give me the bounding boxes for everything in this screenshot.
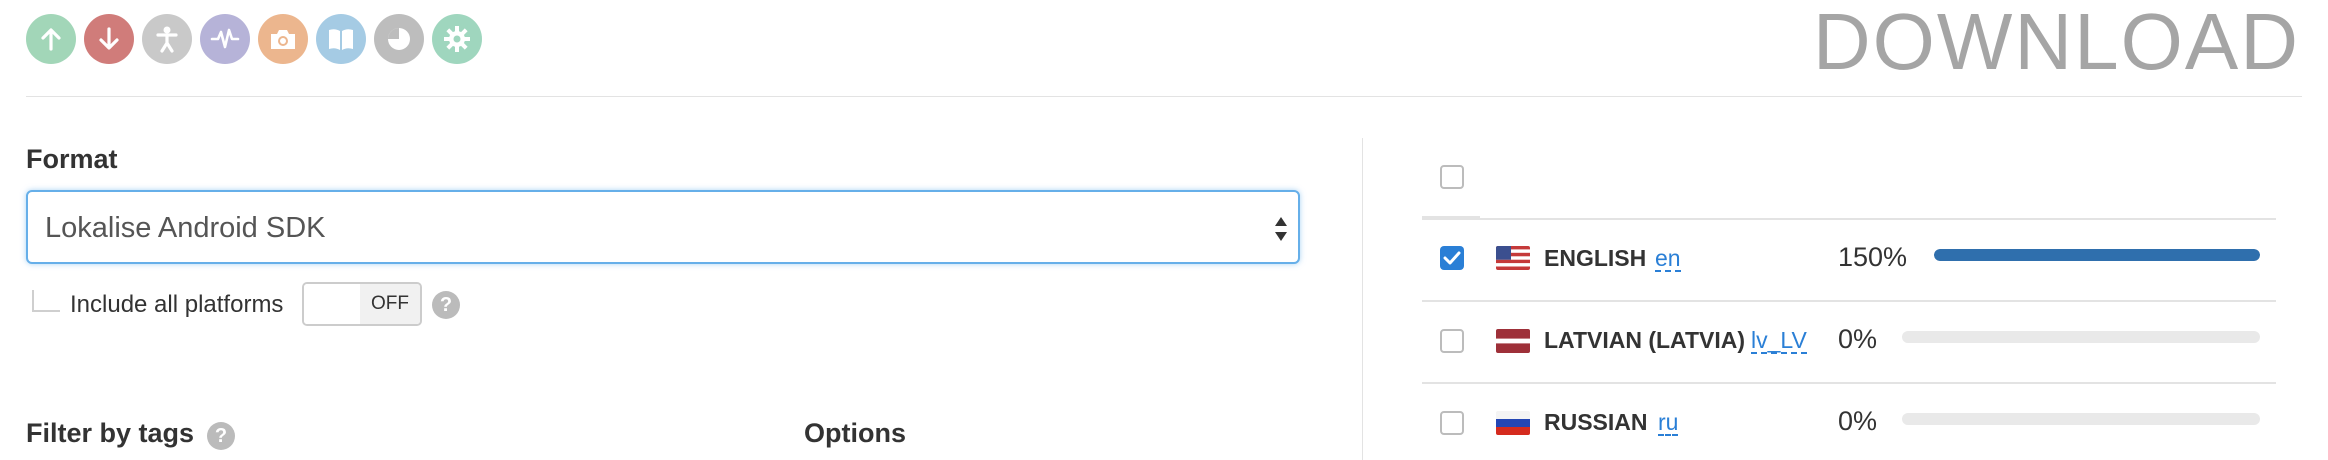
header-divider: [26, 96, 2302, 97]
format-label: Format: [26, 144, 118, 174]
tree-connector: [32, 290, 60, 312]
progress-fill-english: [1934, 249, 2260, 261]
tags-help-icon[interactable]: ?: [207, 422, 235, 450]
toggle-state-label: OFF: [360, 284, 420, 324]
russia-flag-icon: [1496, 411, 1530, 435]
contributors-icon[interactable]: [142, 14, 192, 64]
language-name-russian: RUSSIAN: [1544, 409, 1648, 435]
format-selected-value: Lokalise Android SDK: [45, 212, 326, 244]
upload-icon[interactable]: [26, 14, 76, 64]
panel-divider: [1362, 138, 1363, 460]
language-checkbox-english[interactable]: [1440, 246, 1464, 270]
us-flag-icon: [1496, 246, 1530, 270]
language-code-en[interactable]: en: [1655, 246, 1681, 272]
language-percent-english: 150%: [1838, 242, 1908, 272]
language-code-ru[interactable]: ru: [1658, 410, 1679, 436]
statistics-icon[interactable]: [374, 14, 424, 64]
language-list-top-border: [1422, 218, 2276, 220]
language-checkbox-latvian[interactable]: [1440, 329, 1464, 353]
activity-icon[interactable]: [200, 14, 250, 64]
latvia-flag-icon: [1496, 329, 1530, 353]
row-divider: [1422, 300, 2276, 302]
format-select[interactable]: Lokalise Android SDK: [26, 190, 1300, 264]
top-bar: DOWNLOAD: [0, 0, 2328, 98]
language-progress-english: [1934, 249, 2260, 261]
language-percent-latvian: 0%: [1838, 324, 1878, 354]
settings-icon[interactable]: [432, 14, 482, 64]
language-percent-russian: 0%: [1838, 406, 1878, 436]
screenshots-icon[interactable]: [258, 14, 308, 64]
language-name-latvian: LATVIAN (LATVIA): [1544, 327, 1746, 353]
glossary-icon[interactable]: [316, 14, 366, 64]
language-name-english: ENGLISH: [1544, 245, 1647, 271]
select-all-checkbox[interactable]: [1440, 165, 1464, 189]
language-progress-latvian: [1902, 331, 2260, 343]
language-code-lv-lv[interactable]: lv_LV: [1751, 328, 1807, 354]
select-arrows-icon: [1275, 217, 1287, 241]
toggle-knob: [304, 284, 363, 324]
include-platforms-toggle[interactable]: OFF: [302, 282, 422, 326]
include-platforms-label: Include all platforms: [70, 291, 284, 318]
language-progress-russian: [1902, 413, 2260, 425]
platforms-help-icon[interactable]: ?: [432, 291, 460, 319]
language-checkbox-russian[interactable]: [1440, 411, 1464, 435]
project-toolbar: [26, 14, 482, 64]
filter-by-tags-label: Filter by tags: [26, 418, 195, 448]
row-divider: [1422, 382, 2276, 384]
page-title: DOWNLOAD: [1812, 0, 2300, 86]
options-label: Options: [804, 418, 906, 448]
download-icon[interactable]: [84, 14, 134, 64]
